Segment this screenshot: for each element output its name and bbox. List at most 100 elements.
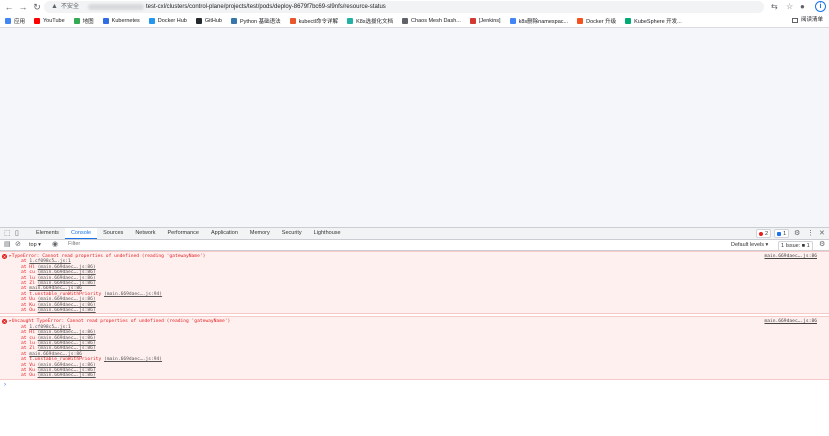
translate-icon[interactable]: ⇆ [771, 2, 778, 12]
console-settings-icon[interactable]: ⚙ [819, 240, 825, 249]
stack-frame-function: at lu [21, 275, 38, 281]
page-content [0, 28, 829, 227]
bookmark-item[interactable]: KubeSphere 开发... [625, 17, 682, 25]
bookmark-item[interactable]: Python 基础语法 [230, 17, 281, 25]
tab-console[interactable]: Console [64, 228, 98, 239]
bookmark-item[interactable]: 地图 [73, 17, 94, 25]
error-count-badge[interactable]: 2 [756, 229, 772, 238]
sidebar-toggle-icon[interactable]: ▤ [4, 240, 11, 249]
eye-icon[interactable]: ◉ [52, 240, 58, 249]
tab-elements[interactable]: Elements [30, 228, 65, 239]
bookmark-label: YouTube [43, 17, 65, 24]
bookmark-favicon-icon [195, 17, 202, 24]
clear-console-icon[interactable]: ⊘ [15, 240, 21, 249]
stack-frame-function: at cu [21, 335, 38, 341]
bookmark-item[interactable]: Chaos Mesh Dash... [402, 17, 461, 24]
error-count: 2 [765, 230, 769, 237]
bookmark-favicon-icon [469, 17, 476, 24]
device-toolbar-icon[interactable]: ▯ [15, 229, 19, 238]
stack-frame-link[interactable]: (main.669daec….js:86) [38, 303, 96, 308]
bookmark-label: 地图 [82, 18, 94, 25]
console-error-message[interactable]: ✕ ▸TypeError: Cannot read properties of u… [0, 251, 829, 315]
message-count-badge[interactable]: 1 [774, 229, 790, 238]
stack-frame-link[interactable]: (main.669daec….js:86) [38, 308, 96, 313]
bookmark-item[interactable]: 应用 [5, 17, 25, 25]
bookmark-label: Docker Hub [157, 17, 187, 24]
reading-list-label: 阅读清单 [801, 17, 824, 23]
context-selector[interactable]: top ▾ [29, 240, 41, 250]
bookmark-item[interactable]: k8s删除namespac... [509, 17, 568, 25]
bookmark-item[interactable]: Kubernetes [102, 17, 140, 24]
console-toolbar: ▤ ⊘ top ▾ ◉ Default levels ▾ 1 Issue: ■ … [0, 240, 829, 251]
tab-sources[interactable]: Sources [97, 228, 129, 239]
bookmark-star-icon[interactable]: ☆ [786, 2, 793, 12]
stack-frame-link[interactable]: main.669daec….js:86 [29, 286, 82, 291]
address-bar[interactable]: ▲ 不安全 test-cxl/clusters/control-plane/pr… [44, 1, 764, 13]
console-filter-input[interactable] [68, 241, 708, 248]
bookmark-label: [Jenkins] [478, 17, 501, 24]
reload-icon[interactable]: ↻ [32, 2, 42, 12]
tab-network[interactable]: Network [129, 228, 161, 239]
stack-frame-link[interactable]: (main.669daec….js:94) [104, 357, 162, 362]
tab-security[interactable]: Security [276, 228, 308, 239]
stack-frame-link[interactable]: 1.cf098c5….js:1 [29, 259, 71, 264]
tab-memory[interactable]: Memory [244, 228, 276, 239]
bookmark-item[interactable]: GitHub [195, 17, 222, 24]
bookmark-label: Kubernetes [111, 17, 140, 24]
tab-application[interactable]: Application [205, 228, 244, 239]
stack-frame: at Ou (main.669daec….js:86) [9, 373, 96, 378]
error-circle-icon: ✕ [2, 254, 7, 259]
console-error-message[interactable]: ✕ ▸Uncaught TypeError: Cannot read proper… [0, 316, 829, 380]
bookmark-item[interactable]: [Jenkins] [469, 17, 501, 24]
stack-frame-link[interactable]: (main.669daec….js:94) [104, 292, 162, 297]
menu-info-icon[interactable]: i [815, 1, 826, 12]
console-prompt[interactable]: › [4, 382, 829, 388]
bookmark-item[interactable]: kubectl命令详解 [289, 17, 339, 25]
stack-frame-function: at Ou [21, 373, 38, 379]
browser-toolbar: ← → ↻ ▲ 不安全 test-cxl/clusters/control-pl… [0, 0, 829, 14]
reading-list-button[interactable]: 阅读清单 [792, 15, 823, 26]
stack-frame-function: at t.unstable_runWithPriority [21, 357, 104, 363]
bookmark-item[interactable]: Docker 升级 [577, 17, 616, 25]
inspect-element-icon[interactable]: ⬚ [4, 229, 11, 238]
kebab-menu-icon[interactable]: ⋮ [807, 229, 814, 238]
stack-frame-function: at Zl [21, 346, 38, 352]
stack-frame-link[interactable]: (main.669daec….js:86) [38, 373, 96, 378]
stack-frame-link[interactable]: (main.669daec….js:86) [38, 270, 96, 275]
stack-frame-link[interactable]: (main.669daec….js:86) [38, 330, 96, 335]
stack-frame-link[interactable]: (main.669daec….js:86) [38, 363, 96, 368]
bookmarks-bar: 应用 YouTube 地图 Kubernetes Docker Hub GitHub Pyt… [0, 14, 829, 28]
bookmark-favicon-icon [625, 17, 632, 24]
bookmark-label: Docker 升级 [586, 18, 617, 25]
bookmark-favicon-icon [102, 17, 109, 24]
devtools-badges: 2 1 [756, 229, 792, 238]
devtools-tabs: Elements Console Sources Network Performance… [30, 228, 347, 239]
tab-performance[interactable]: Performance [161, 228, 205, 239]
bookmark-item[interactable]: Docker Hub [148, 17, 187, 24]
forward-arrow-icon[interactable]: → [18, 2, 28, 12]
settings-gear-icon[interactable]: ⚙ [794, 229, 800, 238]
bookmark-label: 应用 [14, 18, 26, 25]
stack-frame-function: at cu [21, 270, 38, 276]
stack-frame-link[interactable]: (main.669daec….js:86) [38, 276, 96, 281]
error-circle-icon: ✕ [2, 319, 7, 325]
bookmark-item[interactable]: YouTube [34, 17, 65, 24]
stack-frame-link[interactable]: (main.669daec….js:86) [38, 346, 96, 351]
stack-frame-function: at Ou [21, 308, 38, 313]
error-source-link[interactable]: main.669daec….js:86 [764, 254, 817, 259]
back-arrow-icon[interactable]: ← [4, 2, 14, 12]
apps-grid-icon [5, 17, 11, 24]
stack-frame-link[interactable]: (main.669daec….js:86) [38, 297, 96, 302]
stack-frame-function: at Ku [21, 302, 38, 308]
profile-icon[interactable]: ● [800, 2, 805, 12]
bookmark-favicon-icon [577, 17, 584, 24]
tab-lighthouse[interactable]: Lighthouse [308, 228, 347, 239]
issues-button[interactable]: 1 Issue: ■ 1 [778, 241, 813, 251]
close-icon[interactable]: ✕ [819, 229, 825, 238]
bookmark-label: kubectl命令详解 [298, 18, 339, 25]
log-levels-dropdown[interactable]: Default levels ▾ [731, 240, 768, 250]
error-source-link[interactable]: main.669daec….js:86 [764, 319, 817, 324]
url-text[interactable]: test-cxl/clusters/control-plane/projects… [146, 1, 386, 13]
stack-frame-link[interactable]: (main.669daec….js:86) [38, 336, 96, 341]
bookmark-item[interactable]: K8s选拔化文档 [347, 17, 393, 25]
